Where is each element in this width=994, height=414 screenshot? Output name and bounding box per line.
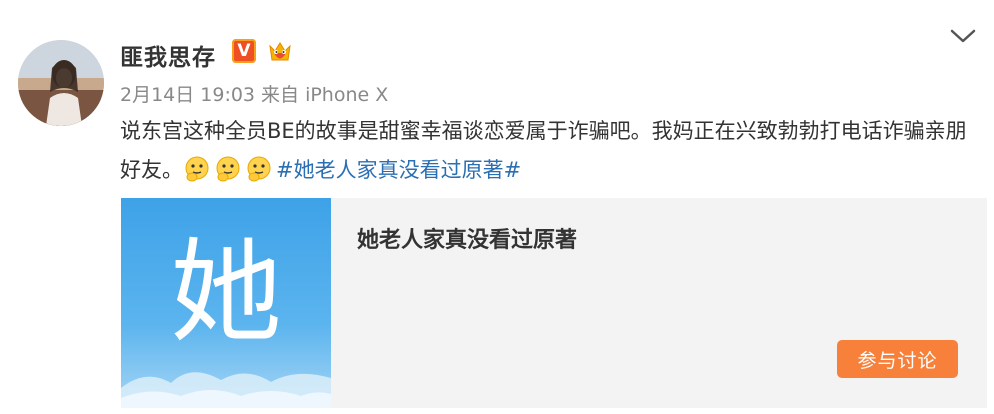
chevron-down-icon[interactable] [950, 28, 976, 44]
post-time[interactable]: 19:03 [200, 84, 255, 106]
username[interactable]: 匪我思存 [120, 38, 216, 72]
post-source[interactable]: 来自 iPhone X [261, 84, 388, 106]
topic-card[interactable]: 她 她老人家真没看过原著 参与讨论 [121, 198, 987, 408]
avatar[interactable] [18, 40, 104, 126]
cloud-decoration [121, 372, 331, 408]
avatar-image [18, 40, 104, 126]
topic-title[interactable]: 她老人家真没看过原著 [357, 222, 577, 254]
hand-on-chin-emoji [216, 156, 240, 182]
join-discussion-button[interactable]: 参与讨论 [837, 340, 958, 378]
hand-on-chin-emoji [185, 156, 209, 182]
topic-thumbnail: 她 [121, 198, 331, 408]
hand-on-chin-emoji [247, 156, 271, 182]
post-text: 说东宫这种全员BE的故事是甜蜜幸福谈恋爱属于诈骗吧。我妈正在兴致勃勃打电话诈骗亲… [120, 112, 980, 190]
vip-v-badge-icon[interactable]: V [232, 39, 256, 63]
post-meta: 2月14日 19:03 来自 iPhone X [120, 80, 388, 107]
hashtag-link[interactable]: #她老人家真没看过原著# [276, 158, 521, 182]
crown-member-icon[interactable] [266, 38, 294, 66]
post-date[interactable]: 2月14日 [120, 84, 194, 106]
